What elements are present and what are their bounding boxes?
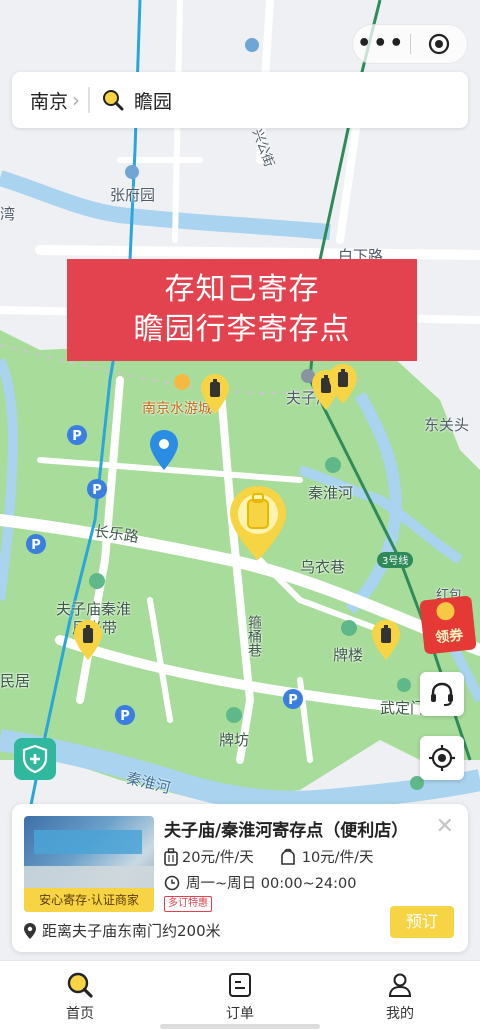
luggage-pin-icon[interactable] — [74, 620, 102, 660]
label-wuyixiang: 乌衣巷 — [300, 558, 346, 576]
label-pailou: 牌楼 — [333, 646, 364, 664]
safety-shield-button[interactable] — [14, 738, 56, 780]
search-icon — [103, 90, 124, 111]
banner-line1: 存知己寄存 — [164, 272, 320, 307]
distance-row: 距离夫子庙东南门约200米 — [24, 920, 221, 941]
shield-plus-icon — [22, 745, 48, 773]
label-dongguantou: 东关头 — [424, 416, 470, 434]
headset-icon — [431, 682, 453, 706]
store-name: 夫子庙/秦淮河寄存点（便利店） — [164, 821, 409, 841]
selected-luggage-pin-icon[interactable] — [230, 486, 286, 560]
tab-orders-label: 订单 — [226, 1006, 254, 1022]
clock-icon — [164, 875, 180, 890]
book-button[interactable]: 预订 — [390, 906, 454, 938]
city-selector[interactable]: 南京 — [30, 87, 68, 114]
mini-program-capsule: ••• — [352, 24, 468, 64]
tab-home[interactable]: 首页 — [0, 961, 160, 1030]
close-app-button[interactable] — [411, 33, 468, 55]
svg-text:P: P — [120, 709, 130, 724]
location-pin-icon — [24, 922, 36, 939]
luggage-pin-icon[interactable] — [201, 374, 229, 414]
coupon-button[interactable]: 领券 — [419, 595, 477, 655]
bag-icon — [280, 848, 295, 865]
svg-text:P: P — [288, 693, 298, 708]
crosshair-icon — [429, 745, 455, 771]
coin-icon — [435, 601, 456, 622]
certified-badge: 安心寄存·认证商家 — [24, 888, 154, 912]
chevron-right-icon: › — [72, 88, 81, 112]
home-indicator — [160, 1024, 320, 1029]
search-input[interactable]: 瞻园 — [134, 87, 172, 114]
tab-profile-label: 我的 — [386, 1006, 414, 1022]
more-button[interactable]: ••• — [353, 24, 410, 64]
label-minju: 民居 — [0, 672, 31, 690]
distance-text: 距离夫子庙东南门约200米 — [42, 922, 221, 940]
tab-orders[interactable]: 订单 — [160, 961, 320, 1030]
store-banner: 存知己寄存 瞻园行李寄存点 — [67, 259, 417, 361]
customer-service-button[interactable] — [420, 672, 464, 716]
close-icon[interactable]: ✕ — [436, 816, 454, 838]
hours-row: 周一~周日 00:00~24:00 — [164, 872, 356, 893]
label-wudingmen: 武定门 — [380, 699, 426, 717]
label-qinhuaihe-top: 秦淮河 — [308, 484, 354, 502]
locate-me-button[interactable] — [420, 736, 464, 780]
store-card[interactable]: 安心寄存·认证商家 夫子庙/秦淮河寄存点（便利店） ✕ 20元/件/天 10元/… — [12, 804, 468, 952]
user-icon — [388, 973, 412, 997]
svg-text:P: P — [72, 429, 82, 444]
banner-line2: 瞻园行李寄存点 — [133, 312, 351, 347]
price-small: 10元/件/天 — [301, 850, 374, 866]
svg-text:P: P — [92, 483, 102, 498]
luggage-pin-icon[interactable] — [329, 364, 357, 404]
promo-tag: 多订特惠 — [164, 896, 212, 912]
label-wan: 湾 — [0, 205, 16, 223]
tab-profile[interactable]: 我的 — [320, 961, 480, 1030]
label-zhangfuyuan: 张府园 — [110, 186, 156, 204]
suitcase-icon — [164, 847, 178, 866]
business-hours: 周一~周日 00:00~24:00 — [186, 876, 357, 892]
label-zhongtongxiang: 箍桶巷 — [246, 615, 262, 657]
svg-text:P: P — [31, 538, 41, 553]
location-marker-icon[interactable] — [150, 430, 178, 470]
tab-bar: 首页 订单 我的 — [0, 960, 480, 1030]
label-line3: 3号线 — [382, 556, 409, 567]
price-row: 20元/件/天 10元/件/天 — [164, 846, 373, 867]
coupon-label: 领券 — [434, 627, 465, 647]
luggage-pin-icon[interactable] — [372, 620, 400, 660]
target-icon — [428, 33, 449, 55]
search-icon — [67, 972, 93, 998]
search-bar: 南京 › 瞻园 — [12, 72, 468, 128]
price-large: 20元/件/天 — [182, 850, 254, 866]
label-fuzimiao-qinhuai: 夫子庙秦淮 — [56, 600, 132, 618]
label-paifang: 牌坊 — [219, 731, 250, 749]
order-icon — [229, 973, 251, 997]
tab-home-label: 首页 — [66, 1006, 94, 1022]
